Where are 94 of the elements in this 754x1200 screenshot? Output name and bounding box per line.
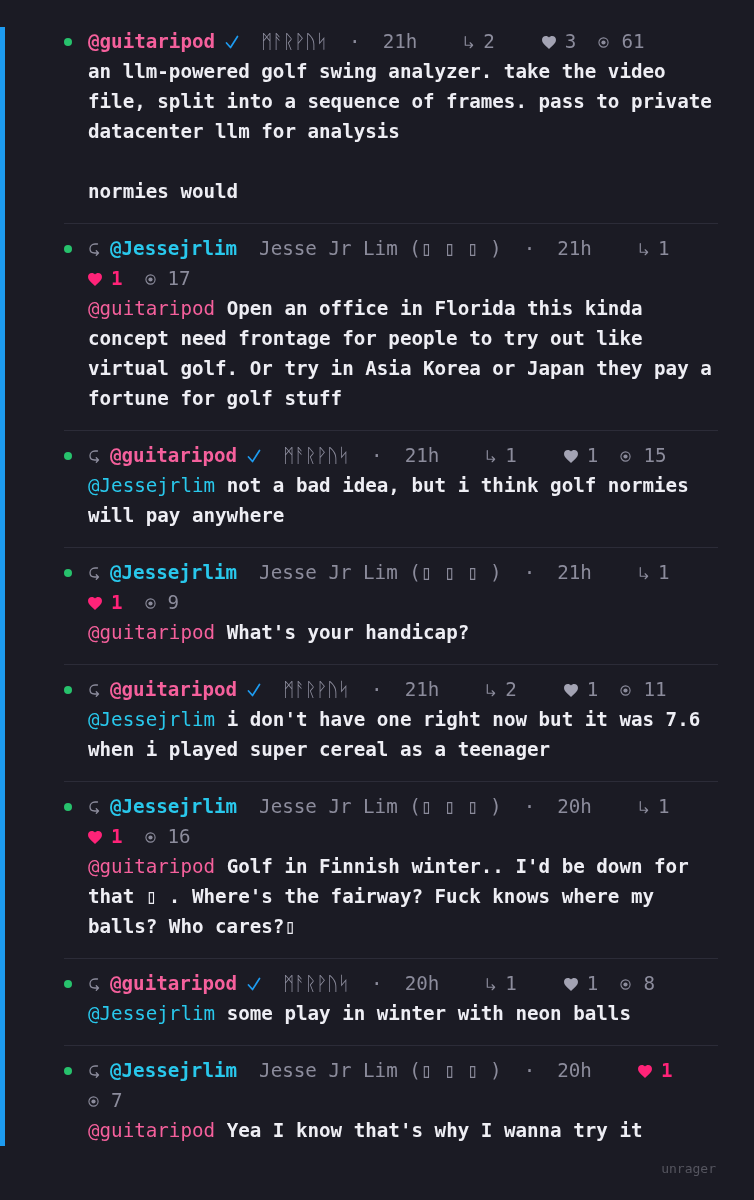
mention-link[interactable]: @Jessejrlim: [88, 474, 216, 497]
user-handle[interactable]: @guitaripod: [110, 441, 238, 471]
user-handle[interactable]: @guitaripod: [110, 675, 238, 705]
post-time: 21h: [404, 443, 440, 469]
meta-separator: ·: [371, 971, 383, 997]
ring-dot-icon: [88, 1095, 99, 1107]
corner-arrow-icon: [637, 565, 649, 581]
post-text: @Jessejrlim not a bad idea, but i think golf normies will pay anywhere: [88, 473, 690, 529]
post-time: 21h: [557, 236, 592, 262]
meta-separator: ·: [523, 1058, 536, 1084]
mention-link[interactable]: @Jessejrlim: [88, 708, 216, 731]
user-handle[interactable]: @Jessejrlim: [110, 558, 238, 588]
meta-separator: ·: [349, 29, 361, 55]
display-name: Jesse Jr Lim (▯ ▯ ▯ ): [259, 560, 502, 586]
user-handle[interactable]: @guitaripod: [88, 27, 216, 57]
user-handle[interactable]: @Jessejrlim: [110, 234, 238, 264]
status-dot-icon: [64, 803, 72, 811]
app-name-label: unrager: [661, 1161, 716, 1176]
user-handle[interactable]: @guitaripod: [110, 969, 238, 999]
like-count: 1: [111, 266, 123, 292]
meta-separator: ·: [523, 560, 536, 586]
reply-count: 2: [483, 29, 495, 55]
meta-separator: ·: [371, 677, 383, 703]
post-time: 20h: [557, 1058, 592, 1084]
post-text: @guitaripod Yea I know that's why I wanna try it: [88, 1118, 644, 1144]
post-text: @Jessejrlim some play in winter with neon balls: [88, 1001, 632, 1027]
post-time: 21h: [404, 677, 440, 703]
view-count: 61: [621, 29, 645, 55]
meta-separator: ·: [523, 794, 536, 820]
display-name: ᛗᚨᚱᚹᚢᛋ: [283, 677, 350, 703]
status-dot-icon: [64, 245, 72, 253]
view-count: 7: [111, 1088, 123, 1114]
status-dot-icon: [64, 452, 72, 460]
post-text: @guitaripod Open an office in Florida this kinda concept need frontage for people to try out like virtual golf. Or try in Asia Korea or Japan they pay a fortune for golf stuff: [88, 296, 713, 412]
reply-count: 1: [505, 443, 517, 469]
mention-link[interactable]: @guitaripod: [88, 855, 216, 878]
like-count: 1: [111, 824, 123, 850]
post-text: an llm-powered golf swing analyzer. take the video file, split into a sequence of frames. pass to private datacenter llm for analysis normies would: [88, 59, 713, 205]
ring-dot-icon: [620, 684, 632, 696]
view-count: 15: [643, 443, 667, 469]
meta-separator: ·: [523, 236, 536, 262]
status-dot-icon: [64, 38, 72, 46]
like-count: 3: [564, 29, 577, 55]
status-dot-icon: [64, 980, 72, 988]
corner-arrow-icon: [485, 448, 497, 464]
post-text: @guitaripod What's your handicap?: [88, 620, 471, 646]
post-time: 20h: [557, 794, 592, 820]
like-count: 1: [111, 590, 123, 616]
reply-count: 1: [657, 560, 670, 586]
post-text: @Jessejrlim i don't have one right now but it was 7.6 when i played super cereal as a teenager: [88, 707, 702, 763]
mention-link[interactable]: @Jessejrlim: [88, 1002, 216, 1025]
reply-count: 1: [657, 794, 670, 820]
post-time: 21h: [382, 29, 418, 55]
ring-dot-icon: [144, 273, 156, 285]
display-name: ᛗᚨᚱᚹᚢᛋ: [283, 443, 350, 469]
ring-dot-icon: [144, 597, 156, 609]
status-dot-icon: [64, 569, 72, 577]
ring-dot-icon: [620, 978, 632, 990]
view-count: 9: [167, 590, 180, 616]
view-count: 16: [167, 824, 191, 850]
status-dot-icon: [64, 1067, 72, 1075]
like-count: 1: [586, 971, 599, 997]
user-handle[interactable]: @Jessejrlim: [110, 1056, 238, 1086]
corner-arrow-icon: [637, 241, 649, 257]
post-time: 20h: [404, 971, 440, 997]
view-count: 17: [167, 266, 191, 292]
mention-link[interactable]: @guitaripod: [88, 297, 216, 320]
like-count: 1: [586, 443, 599, 469]
ring-dot-icon: [144, 831, 156, 843]
like-count: 1: [660, 1058, 673, 1084]
corner-arrow-icon: [485, 682, 497, 698]
meta-separator: ·: [371, 443, 383, 469]
mention-link[interactable]: @guitaripod: [88, 1119, 216, 1142]
corner-arrow-icon: [485, 976, 497, 992]
display-name: Jesse Jr Lim (▯ ▯ ▯ ): [259, 236, 502, 262]
like-count: 1: [586, 677, 599, 703]
ring-dot-icon: [620, 450, 632, 462]
mention-link[interactable]: @guitaripod: [88, 621, 216, 644]
post-time: 21h: [557, 560, 592, 586]
corner-arrow-icon: [637, 799, 649, 815]
display-name: ᛗᚨᚱᚹᚢᛋ: [283, 971, 350, 997]
display-name: Jesse Jr Lim (▯ ▯ ▯ ): [259, 1058, 502, 1084]
ring-dot-icon: [598, 36, 610, 48]
status-dot-icon: [64, 686, 72, 694]
view-count: 11: [643, 677, 667, 703]
display-name: ᛗᚨᚱᚹᚢᛋ: [261, 29, 328, 55]
reply-count: 1: [505, 971, 517, 997]
view-count: 8: [643, 971, 655, 997]
reply-count: 2: [505, 677, 517, 703]
corner-arrow-icon: [463, 34, 475, 50]
user-handle[interactable]: @Jessejrlim: [110, 792, 238, 822]
display-name: Jesse Jr Lim (▯ ▯ ▯ ): [259, 794, 502, 820]
reply-count: 1: [657, 236, 670, 262]
post-text: @guitaripod Golf in Finnish winter.. I'd be down for that ▯ . Where's the fairway? Fuck knows where my balls? Who cares?▯: [88, 854, 690, 940]
